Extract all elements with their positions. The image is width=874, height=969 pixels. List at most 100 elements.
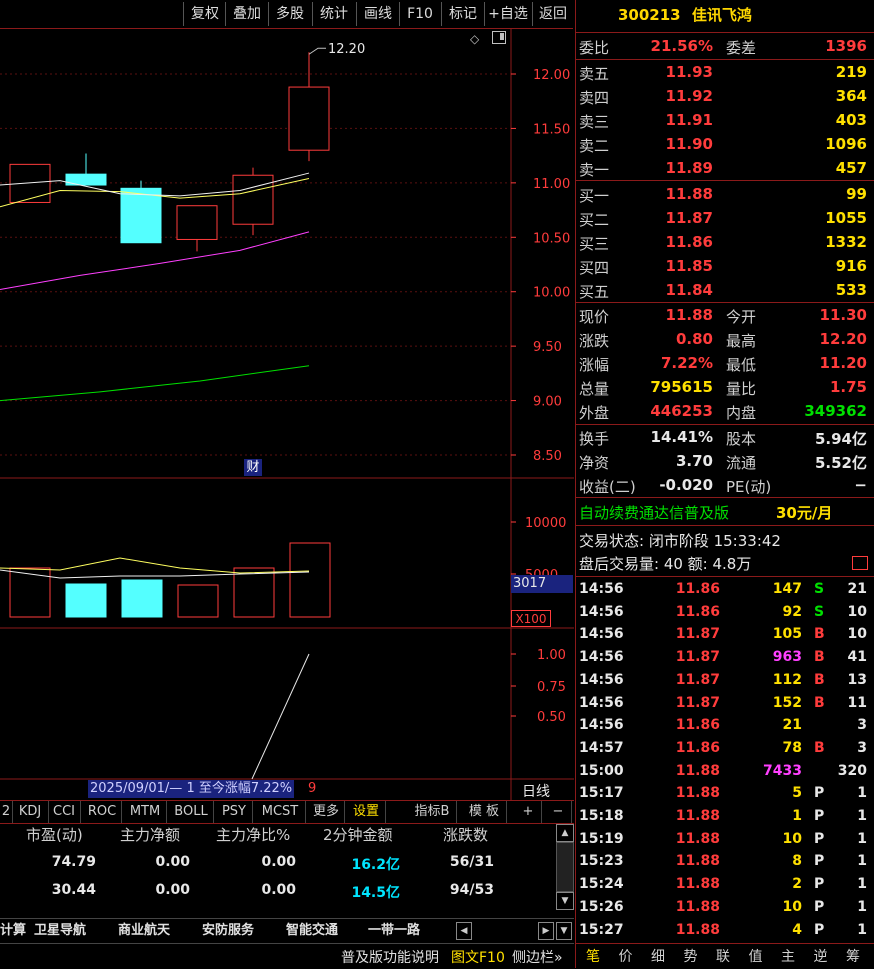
tick-row: 14:56 11.87 105 B 10 bbox=[579, 626, 867, 643]
toolbar-button-2[interactable]: 多股 bbox=[268, 2, 311, 26]
sector-tab-label: 商业航天 bbox=[118, 923, 171, 938]
volume-bar[interactable] bbox=[233, 567, 275, 618]
indicator-tab-7[interactable]: MCST bbox=[255, 801, 306, 823]
right-tab-5[interactable]: 值 bbox=[742, 946, 770, 966]
indicator-tab-6[interactable]: PSY bbox=[216, 801, 253, 823]
finance-badge[interactable]: 财 bbox=[244, 459, 262, 476]
toolbar-button-6[interactable]: 标记 bbox=[441, 2, 484, 26]
col-main-net[interactable]: 主力净额 bbox=[120, 824, 180, 845]
sector-tab-1[interactable]: 卫星导航 bbox=[34, 921, 86, 941]
indicator-tab-3[interactable]: ROC bbox=[83, 801, 122, 823]
toolbar-button-5[interactable]: F10 bbox=[399, 2, 440, 26]
sector-tab-4[interactable]: 智能交通 bbox=[286, 921, 338, 941]
volume-bar[interactable] bbox=[9, 567, 51, 618]
sector-scroll-left-icon[interactable]: ◀ bbox=[456, 922, 472, 940]
bids-row[interactable]: 买一 11.88 99 bbox=[576, 183, 874, 206]
asks-row[interactable]: 卖二 11.90 1096 bbox=[576, 133, 874, 156]
table-cell: 16.2亿 bbox=[351, 857, 400, 873]
sector-tabs: 计算 卫星导航 商业航天 安防服务 智能交通 一带一路 ◀ ▶ ▼ bbox=[0, 918, 574, 943]
asks-row[interactable]: 卖四 11.92 364 bbox=[576, 85, 874, 108]
indicator-tab-9[interactable]: 设置 bbox=[347, 801, 386, 823]
toolbar-button-8[interactable]: 返回 bbox=[532, 2, 573, 26]
right-tab-4[interactable]: 联 bbox=[709, 946, 737, 966]
sector-tab-2[interactable]: 商业航天 bbox=[118, 921, 170, 941]
right-tab-6[interactable]: 主 bbox=[774, 946, 802, 966]
col-pe[interactable]: 市盈(动) bbox=[26, 824, 83, 845]
volume-tick-label: 10000 bbox=[525, 516, 566, 531]
high-marker-line bbox=[308, 47, 326, 55]
volume-bar[interactable] bbox=[65, 583, 107, 618]
chart-mini-icon[interactable] bbox=[852, 556, 868, 570]
scroll-up-icon[interactable]: ▲ bbox=[556, 824, 574, 842]
candle-body[interactable] bbox=[120, 187, 162, 244]
right-tab-8[interactable]: 筹 bbox=[839, 946, 867, 966]
bids-row[interactable]: 买二 11.87 1055 bbox=[576, 207, 874, 230]
candle-body[interactable] bbox=[288, 86, 330, 151]
volume-bar[interactable] bbox=[289, 542, 331, 618]
toolbar-button-7[interactable]: +自选 bbox=[484, 2, 531, 26]
col-main-ratio[interactable]: 主力净比% bbox=[216, 824, 290, 845]
toolbar-button-4[interactable]: 画线 bbox=[356, 2, 399, 26]
table-cell: 30.44 bbox=[51, 882, 96, 898]
sector-tab-label: 计算 bbox=[0, 923, 27, 938]
indicator-tab-8[interactable]: 更多 bbox=[308, 801, 345, 823]
indicator-tab-4[interactable]: MTM bbox=[124, 801, 167, 823]
window-icon[interactable] bbox=[492, 31, 506, 44]
sector-scroll-right-icon[interactable]: ▶ bbox=[538, 922, 554, 940]
right-tab-0[interactable]: 笔 bbox=[579, 946, 607, 966]
sector-scroll-down-icon[interactable]: ▼ bbox=[556, 922, 572, 940]
tick-row: 14:56 11.87 112 B 13 bbox=[579, 671, 867, 688]
right-tab-3[interactable]: 势 bbox=[677, 946, 705, 966]
volume-bar[interactable] bbox=[177, 584, 219, 618]
after-hours: 盘后交易量: 40 额: 4.8万 bbox=[576, 551, 874, 574]
table-cell: 0.00 bbox=[261, 882, 296, 898]
scrollbar[interactable] bbox=[556, 842, 574, 892]
bids-row[interactable]: 买五 11.84 533 bbox=[576, 279, 874, 302]
sidebar-toggle[interactable]: 侧边栏» bbox=[512, 947, 563, 967]
toolbar-button-3[interactable]: 统计 bbox=[312, 2, 355, 26]
help-link[interactable]: 普及版功能说明 bbox=[341, 947, 439, 967]
diamond-icon[interactable]: ◇ bbox=[470, 32, 479, 46]
price-tick-label: 9.00 bbox=[533, 395, 562, 410]
promo-row[interactable]: 自动续费通达信普及版 30元/月 bbox=[576, 500, 874, 523]
period-label[interactable]: 日线 bbox=[522, 781, 550, 801]
sector-tab-5[interactable]: 一带一路 bbox=[368, 921, 420, 941]
stat-row: 涨幅 7.22% 最低 11.20 bbox=[579, 354, 867, 374]
col-updown[interactable]: 涨跌数 bbox=[443, 824, 488, 845]
kline-chart[interactable]: 12.00 11.50 11.00 10.50 10.00 9.50 9.00 8.50 12.… bbox=[0, 28, 574, 824]
bids-row[interactable]: 买三 11.86 1332 bbox=[576, 231, 874, 254]
candle-body[interactable] bbox=[176, 205, 218, 240]
sector-tab-label: 智能交通 bbox=[286, 923, 339, 938]
chart-toolbar: 复权 叠加 多股 统计 画线 F10 标记 +自选 返回 bbox=[0, 0, 573, 29]
stat-row: 总量 795615 量比 1.75 bbox=[579, 378, 867, 398]
sector-tab-3[interactable]: 安防服务 bbox=[202, 921, 254, 941]
col-2min-amount[interactable]: 2分钟金额 bbox=[323, 824, 393, 845]
indicator-tab-1[interactable]: KDJ bbox=[12, 801, 49, 823]
indicator-tab-10[interactable]: 指标B bbox=[408, 801, 457, 823]
toolbar-button-0[interactable]: 复权 bbox=[183, 2, 226, 26]
asks-row[interactable]: 卖三 11.91 403 bbox=[576, 109, 874, 132]
asks-row[interactable]: 卖一 11.89 457 bbox=[576, 157, 874, 180]
tick-row: 14:56 11.86 21 3 bbox=[579, 717, 867, 734]
indicator-tab-2[interactable]: CCI bbox=[48, 801, 81, 823]
toolbar-button-1[interactable]: 叠加 bbox=[225, 2, 268, 26]
right-tab-2[interactable]: 细 bbox=[644, 946, 672, 966]
indicator-tab-11[interactable]: 模 板 bbox=[462, 801, 507, 823]
stock-title: 300213 佳讯飞鸿 bbox=[576, 4, 874, 25]
sector-tab-label: 一带一路 bbox=[368, 923, 421, 938]
volume-bar[interactable] bbox=[121, 579, 163, 618]
indicator-tab-5[interactable]: BOLL bbox=[169, 801, 214, 823]
indicator-tab-13[interactable]: − bbox=[545, 801, 572, 823]
scroll-down-icon[interactable]: ▼ bbox=[556, 892, 574, 910]
asks-row[interactable]: 卖五 11.93 219 bbox=[576, 61, 874, 84]
right-tab-1[interactable]: 价 bbox=[612, 946, 640, 966]
bids-row[interactable]: 买四 11.85 916 bbox=[576, 255, 874, 278]
candle-body[interactable] bbox=[232, 174, 274, 225]
tick-row: 14:56 11.86 147 S 21 bbox=[579, 581, 867, 597]
f10-link[interactable]: 图文F10 bbox=[451, 947, 505, 967]
indicator-tab-12[interactable]: + bbox=[515, 801, 542, 823]
table-cell: 14.5亿 bbox=[351, 885, 400, 901]
sector-tab-0[interactable]: 计算 bbox=[0, 921, 26, 941]
sector-tab-label: 安防服务 bbox=[202, 923, 255, 938]
right-tab-7[interactable]: 逆 bbox=[807, 946, 835, 966]
